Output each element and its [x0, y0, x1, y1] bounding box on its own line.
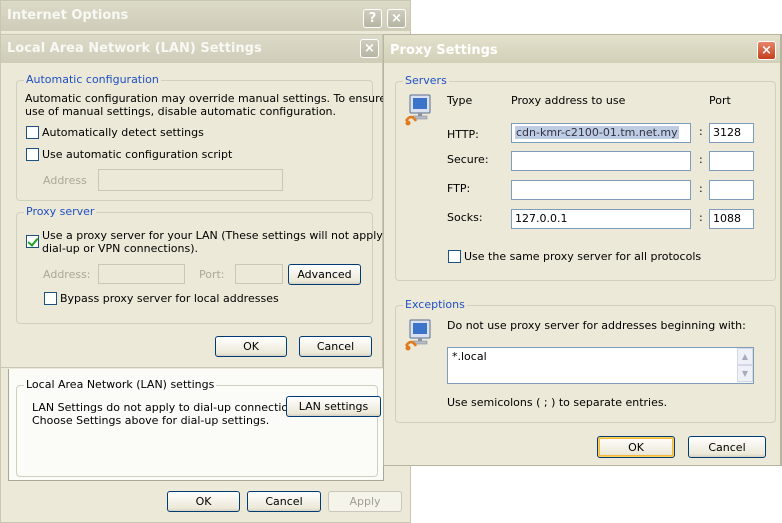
proxy-dialog-title: Proxy Settings	[390, 43, 498, 58]
internet-options-cancel-label: Cancel	[265, 495, 303, 508]
auto-address-field[interactable]	[98, 169, 283, 191]
network-computer-icon	[404, 94, 431, 126]
lan-cancel-label: Cancel	[316, 340, 355, 353]
ftp-colon: :	[699, 182, 703, 195]
close-icon[interactable]: ×	[757, 41, 776, 60]
socks-address-field[interactable]: 127.0.0.1	[511, 209, 691, 229]
internet-options-titlebar: Internet Options	[1, 1, 410, 31]
scroll-up-icon[interactable]: ▲	[737, 348, 753, 365]
lan-ok-button[interactable]: OK	[215, 336, 287, 357]
lan-settings-button[interactable]: LAN settings	[286, 396, 381, 417]
lan-ok-label: OK	[243, 340, 259, 353]
lan-settings-button-label: LAN settings	[298, 400, 369, 413]
auto-config-desc-line1: Automatic configuration may override man…	[25, 92, 408, 105]
auto-detect-label: Automatically detect settings	[42, 126, 204, 139]
proxy-address-field[interactable]	[98, 264, 185, 284]
proxy-ok-label: OK	[628, 440, 644, 454]
close-icon[interactable]: ×	[360, 39, 379, 58]
proxy-port-label: Port:	[199, 268, 225, 281]
advanced-button[interactable]: Advanced	[288, 264, 361, 285]
proxy-cancel-button[interactable]: Cancel	[688, 436, 766, 458]
lan-info-line1: LAN Settings do not apply to dial-up con…	[32, 401, 305, 414]
ftp-port-field[interactable]	[709, 180, 754, 200]
secure-type-label: Secure:	[447, 153, 489, 166]
exceptions-textarea[interactable]: *.local ▲ ▼	[447, 347, 754, 384]
ftp-type-label: FTP:	[447, 182, 471, 195]
proxy-server-group-title: Proxy server	[24, 205, 97, 218]
auto-script-checkbox[interactable]	[26, 148, 39, 161]
http-colon: :	[699, 125, 703, 138]
secure-port-field[interactable]	[709, 151, 754, 171]
exceptions-group-title: Exceptions	[403, 298, 467, 311]
internet-options-ok-button[interactable]: OK	[167, 491, 240, 512]
proxy-dialog-titlebar: Proxy Settings	[384, 35, 780, 63]
proxy-cancel-label: Cancel	[708, 440, 746, 454]
socks-port-field[interactable]: 1088	[709, 209, 754, 229]
use-proxy-label-line1: Use a proxy server for your LAN (These s…	[42, 229, 398, 242]
lan-settings-dialog: Local Area Network (LAN) Settings × Auto…	[0, 34, 408, 368]
exceptions-scrollbar[interactable]: ▲ ▼	[737, 348, 753, 383]
proxy-close-glyph: ×	[761, 43, 772, 58]
use-proxy-checkbox[interactable]	[26, 235, 39, 248]
internet-options-apply-button[interactable]: Apply	[328, 491, 402, 512]
lan-dialog-title: Local Area Network (LAN) Settings	[7, 41, 262, 56]
proxy-ok-button[interactable]: OK	[597, 436, 675, 458]
socks-type-label: Socks:	[447, 211, 483, 224]
http-port-value: 3128	[713, 126, 741, 139]
secure-colon: :	[699, 153, 703, 166]
internet-options-title: Internet Options	[7, 8, 129, 23]
auto-address-label: Address	[43, 174, 87, 187]
network-computer-icon	[404, 319, 431, 351]
lan-close-glyph: ×	[364, 41, 375, 56]
bypass-local-label: Bypass proxy server for local addresses	[60, 292, 279, 305]
lan-info-line2: Choose Settings above for dial-up settin…	[32, 414, 270, 427]
auto-detect-checkbox[interactable]	[26, 126, 39, 139]
same-proxy-checkbox[interactable]	[448, 250, 461, 263]
help-glyph: ?	[368, 11, 377, 26]
internet-options-apply-label: Apply	[349, 495, 381, 508]
col-address-header: Proxy address to use	[511, 94, 626, 107]
advanced-button-label: Advanced	[297, 268, 352, 281]
internet-options-ok-label: OK	[195, 495, 212, 508]
use-proxy-label-line2: dial-up or VPN connections).	[42, 242, 199, 255]
ftp-address-field[interactable]	[511, 180, 691, 200]
socks-colon: :	[699, 211, 703, 224]
socks-port-value: 1088	[713, 212, 741, 225]
help-icon[interactable]: ?	[363, 9, 382, 28]
socks-address-value: 127.0.0.1	[515, 212, 568, 225]
lan-group-title: Local Area Network (LAN) settings	[24, 378, 217, 391]
proxy-settings-dialog: Proxy Settings × Servers Type Proxy addr…	[383, 34, 782, 466]
http-address-value: cdn-kmr-c2100-01.tm.net.my	[515, 126, 679, 139]
col-type-header: Type	[447, 94, 473, 107]
http-type-label: HTTP:	[447, 128, 479, 141]
exceptions-value: *.local	[452, 350, 487, 363]
same-proxy-label: Use the same proxy server for all protoc…	[464, 250, 702, 263]
bypass-local-checkbox[interactable]	[44, 292, 57, 305]
close-icon[interactable]: ×	[387, 9, 406, 28]
internet-options-cancel-button[interactable]: Cancel	[247, 491, 321, 512]
http-address-field[interactable]: cdn-kmr-c2100-01.tm.net.my	[511, 123, 691, 143]
lan-dialog-titlebar: Local Area Network (LAN) Settings	[1, 35, 382, 63]
proxy-address-label: Address:	[43, 268, 91, 281]
proxy-port-field[interactable]	[235, 264, 283, 284]
scroll-down-icon[interactable]: ▼	[737, 365, 753, 382]
auto-script-label: Use automatic configuration script	[42, 148, 233, 161]
lan-cancel-button[interactable]: Cancel	[299, 336, 372, 357]
auto-config-group-title: Automatic configuration	[24, 73, 161, 86]
close-glyph: ×	[391, 11, 402, 26]
col-port-header: Port	[709, 94, 731, 107]
auto-config-desc-line2: use of manual settings, disable automati…	[25, 105, 337, 118]
http-port-field[interactable]: 3128	[709, 123, 754, 143]
exceptions-hint: Use semicolons ( ; ) to separate entries…	[447, 396, 668, 409]
exceptions-desc: Do not use proxy server for addresses be…	[447, 319, 746, 332]
servers-group-title: Servers	[403, 74, 449, 87]
secure-address-field[interactable]	[511, 151, 691, 171]
